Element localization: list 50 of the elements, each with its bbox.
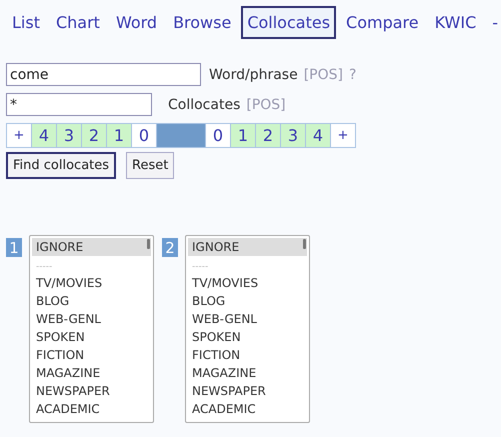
span-cell[interactable]: 4	[306, 124, 331, 147]
span-cell[interactable]: 1	[231, 124, 256, 147]
genre-listbox[interactable]: IGNORE ----- TV/MOVIES BLOG WEB-GENL SPOKEN FICTION MAGAZINE NEWSPAPER ACADEMIC	[185, 235, 310, 423]
scrollbar-thumb[interactable]	[147, 239, 150, 249]
section-number: 1	[6, 238, 22, 257]
span-cell[interactable]: 0	[132, 124, 157, 147]
list-option[interactable]: SPOKEN	[188, 328, 307, 346]
section-number: 2	[162, 238, 178, 257]
nav-tab[interactable]: Chart	[50, 6, 106, 38]
list-option[interactable]: FICTION	[32, 346, 151, 364]
word-input[interactable]: come	[6, 63, 201, 86]
genre-listbox[interactable]: IGNORE ----- TV/MOVIES BLOG WEB-GENL SPOKEN FICTION MAGAZINE NEWSPAPER ACADEMIC	[29, 235, 154, 423]
list-option[interactable]: NEWSPAPER	[188, 382, 307, 400]
list-option[interactable]: NEWSPAPER	[32, 382, 151, 400]
field-label: Word/phrase	[209, 66, 298, 82]
list-option[interactable]: TV/MOVIES	[32, 274, 151, 292]
list-option[interactable]: TV/MOVIES	[188, 274, 307, 292]
list-option[interactable]: BLOG	[188, 292, 307, 310]
nav-tab[interactable]: Compare	[340, 6, 425, 38]
scrollbar-thumb[interactable]	[303, 239, 306, 249]
list-option[interactable]: IGNORE	[188, 238, 307, 256]
nav-tab[interactable]: Browse	[167, 6, 238, 38]
nav-tab[interactable]: Collocates	[241, 6, 336, 38]
list-option[interactable]: MAGAZINE	[188, 364, 307, 382]
list-option[interactable]: WEB-GENL	[32, 310, 151, 328]
list-option[interactable]: SPOKEN	[32, 328, 151, 346]
span-cell[interactable]: 4	[32, 124, 57, 147]
nav-tab[interactable]: -	[486, 6, 501, 38]
nav-tab[interactable]: Word	[110, 6, 164, 38]
span-cell[interactable]: 0	[206, 124, 231, 147]
list-option[interactable]: ACADEMIC	[32, 400, 151, 418]
list-option[interactable]: IGNORE	[32, 238, 151, 256]
nav-tab[interactable]: List	[6, 6, 46, 38]
span-cell[interactable]: 3	[57, 124, 82, 147]
form-button[interactable]: Reset	[126, 152, 174, 179]
expand-span-button[interactable]: +	[7, 124, 32, 147]
list-option[interactable]: WEB-GENL	[188, 310, 307, 328]
expand-span-button[interactable]: +	[331, 124, 355, 147]
list-option[interactable]: BLOG	[32, 292, 151, 310]
list-option[interactable]: ACADEMIC	[188, 400, 307, 418]
list-option[interactable]: MAGAZINE	[32, 364, 151, 382]
collocates-input[interactable]: *	[6, 93, 152, 116]
span-cell[interactable]: 2	[82, 124, 107, 147]
span-cell[interactable]: 2	[256, 124, 281, 147]
nav-tab[interactable]: KWIC	[428, 6, 482, 38]
list-option[interactable]: FICTION	[188, 346, 307, 364]
span-cell[interactable]: 3	[281, 124, 306, 147]
span-cell[interactable]: 1	[107, 124, 132, 147]
field-label: Collocates	[168, 96, 240, 112]
form-button[interactable]: Find collocates	[6, 152, 116, 179]
